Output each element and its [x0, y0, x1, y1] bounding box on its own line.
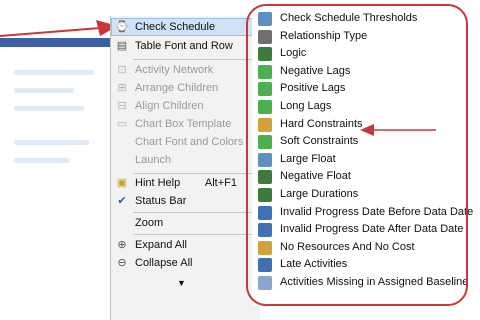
blurred-text — [14, 70, 94, 75]
menu-item-chart-font-colors: Chart Font and Colors — [111, 133, 261, 151]
expand-all-icon: ⊕ — [117, 239, 127, 251]
blurred-text — [14, 106, 84, 111]
menu-item-align-children: ⊟ Align Children — [111, 97, 261, 115]
checkmark-icon: ✔ — [117, 195, 127, 207]
menu-item-expand-all[interactable]: ⊕ Expand All — [111, 236, 261, 254]
more-items-arrow[interactable]: ▼ — [177, 278, 186, 288]
chart-font-colors-icon — [115, 135, 129, 149]
zoom-icon — [115, 216, 129, 230]
background-pane — [0, 0, 112, 320]
blurred-text — [14, 140, 89, 145]
annotation-arrow — [0, 20, 118, 37]
activity-network-icon: ⊡ — [117, 64, 127, 76]
menu-item-chart-box-template: ▭ Chart Box Template — [116, 118, 232, 130]
blurred-text — [14, 88, 74, 93]
blurred-text — [14, 158, 69, 163]
menu-item-status-bar[interactable]: ✔ Status Bar — [111, 192, 261, 210]
menu-item-launch: Launch — [111, 151, 261, 169]
menu-item-hint-help[interactable]: ▣ Hint Help Alt+F1 — [111, 174, 261, 192]
menu-item-check-schedule[interactable]: ⌚ Check Schedule — [111, 18, 261, 36]
context-menu: ⌚ Check Schedule ▤ Table Font and Row ⊡ … — [110, 16, 261, 320]
align-children-icon: ⊟ — [117, 100, 127, 112]
menu-item-arrange-children: ⊞ Arrange Children — [111, 79, 261, 97]
menu-item-zoom[interactable]: Zoom — [111, 214, 261, 232]
hint-help-icon: ▣ — [116, 177, 128, 189]
table-font-icon: ▤ — [116, 40, 128, 52]
menu-item-collapse-all[interactable]: ⊖ Collapse All — [111, 254, 261, 272]
menu-item-table-font[interactable]: ▤ Table Font and Row — [111, 37, 261, 55]
annotation-arrow-hard-constraints — [360, 124, 436, 136]
collapse-all-icon: ⊖ — [117, 257, 127, 269]
menu-item-activity-network: ⊡ Activity Network — [111, 61, 261, 79]
arrange-children-icon: ⊞ — [117, 82, 127, 94]
chart-box-template-icon: ▭ — [116, 118, 128, 130]
menu-separator — [133, 234, 261, 235]
menu-separator — [133, 59, 261, 60]
check-schedule-icon: ⌚ — [115, 21, 129, 33]
annotation-highlight-ring — [246, 4, 468, 306]
menu-separator — [133, 212, 261, 213]
launch-icon — [115, 153, 129, 167]
